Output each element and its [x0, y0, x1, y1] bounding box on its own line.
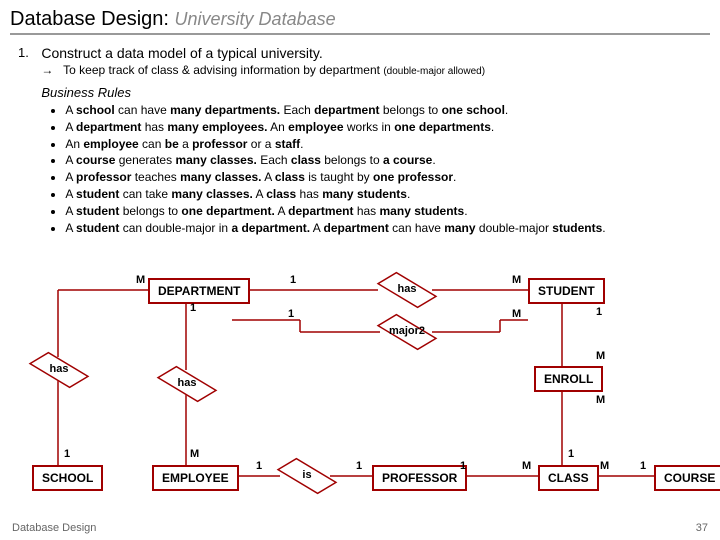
subtask-text: To keep track of class & advising inform… — [63, 63, 380, 77]
subtask-line: → To keep track of class & advising info… — [41, 63, 691, 77]
card: M — [600, 460, 609, 472]
rel-has-dept-student: has — [378, 276, 436, 304]
card: 1 — [64, 448, 70, 460]
rel-is: is — [278, 462, 336, 490]
content: 1. Construct a data model of a typical u… — [0, 39, 720, 236]
rule-item: A course generates many classes. Each cl… — [65, 152, 691, 169]
card: M — [512, 274, 521, 286]
card: M — [596, 350, 605, 362]
arrow-icon: → — [41, 63, 53, 77]
card: M — [512, 308, 521, 320]
task-line: Construct a data model of a typical univ… — [41, 45, 691, 61]
card: 1 — [190, 302, 196, 314]
card: 1 — [640, 460, 646, 472]
rule-item: An employee can be a professor or a staf… — [65, 136, 691, 153]
body-column: Construct a data model of a typical univ… — [41, 45, 691, 236]
rules-heading: Business Rules — [41, 85, 691, 100]
rel-major2: major2 — [378, 318, 436, 346]
rel-has-school-dept: has — [30, 356, 88, 384]
card: M — [596, 394, 605, 406]
card: M — [190, 448, 199, 460]
list-number: 1. — [18, 45, 38, 60]
title-part2: University Database — [175, 9, 336, 29]
rule-item: A school can have many departments. Each… — [65, 102, 691, 119]
title-part1: Database Design: — [10, 8, 169, 30]
entity-employee: EMPLOYEE — [152, 465, 239, 491]
subtask-note: (double-major allowed) — [383, 66, 485, 77]
rule-item: A student belongs to one department. A d… — [65, 203, 691, 220]
rules-list: A school can have many departments. Each… — [65, 102, 691, 236]
card: 1 — [290, 274, 296, 286]
entity-enroll: ENROLL — [534, 366, 603, 392]
title-line: Database Design: University Database — [10, 8, 710, 35]
card: 1 — [288, 308, 294, 320]
card: 1 — [256, 460, 262, 472]
entity-class: CLASS — [538, 465, 599, 491]
footer-right: 37 — [696, 522, 708, 534]
rule-item: A department has many employees. An empl… — [65, 119, 691, 136]
diagram-lines — [0, 270, 720, 520]
rule-item: A professor teaches many classes. A clas… — [65, 169, 691, 186]
rule-item: A student can double-major in a departme… — [65, 220, 691, 237]
entity-school: SCHOOL — [32, 465, 103, 491]
card: M — [522, 460, 531, 472]
entity-student: STUDENT — [528, 278, 605, 304]
card: M — [136, 274, 145, 286]
page-header: Database Design: University Database — [0, 0, 720, 39]
card: 1 — [460, 460, 466, 472]
card: 1 — [596, 306, 602, 318]
footer-left: Database Design — [12, 522, 96, 534]
rule-item: A student can take many classes. A class… — [65, 186, 691, 203]
er-diagram: DEPARTMENT STUDENT ENROLL SCHOOL EMPLOYE… — [0, 270, 720, 520]
entity-department: DEPARTMENT — [148, 278, 250, 304]
entity-course: COURSE — [654, 465, 720, 491]
card: 1 — [568, 448, 574, 460]
entity-professor: PROFESSOR — [372, 465, 467, 491]
card: 1 — [356, 460, 362, 472]
rel-has-dept-emp: has — [158, 370, 216, 398]
